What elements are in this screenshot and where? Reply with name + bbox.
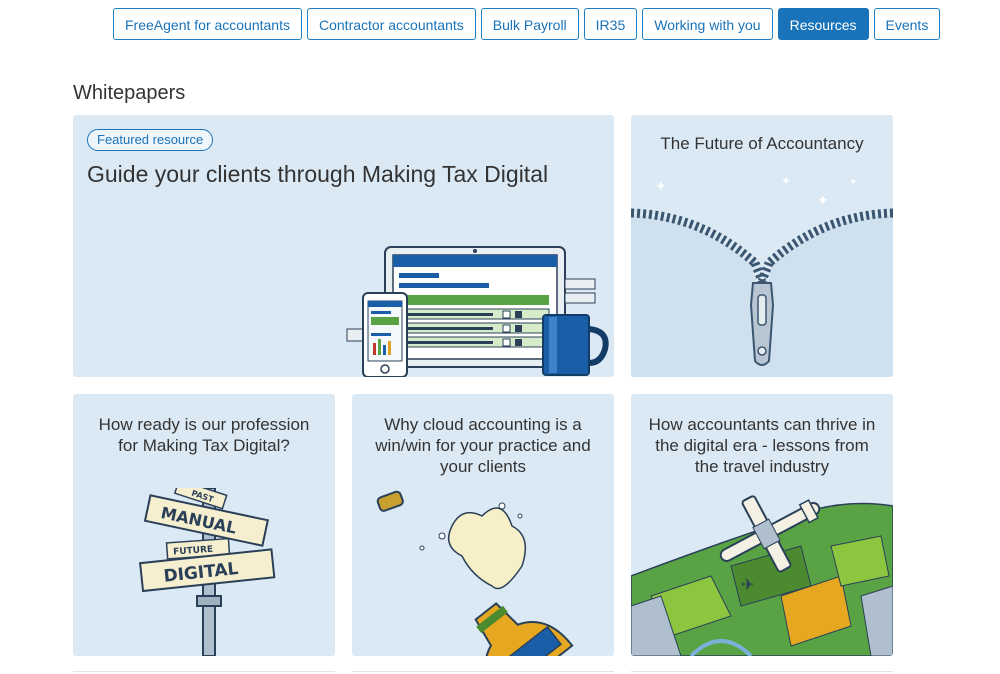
future-card-title[interactable]: The Future of Accountancy bbox=[631, 133, 893, 154]
svg-text:✦: ✦ bbox=[849, 177, 857, 188]
svg-text:✦: ✦ bbox=[655, 179, 667, 195]
thrive-card-title[interactable]: How accountants can thrive in the digita… bbox=[631, 414, 893, 477]
featured-badge: Featured resource bbox=[87, 129, 214, 151]
divider bbox=[352, 671, 614, 672]
featured-card-title[interactable]: Guide your clients through Making Tax Di… bbox=[87, 161, 548, 188]
divider bbox=[73, 671, 335, 672]
champagne-illustration bbox=[376, 490, 574, 656]
nav-contractor-accountants[interactable]: Contractor accountants bbox=[307, 8, 476, 40]
svg-text:✈: ✈ bbox=[741, 575, 754, 594]
laptop-phone-mug-illustration bbox=[346, 246, 609, 377]
section-title: Whitepapers bbox=[73, 82, 186, 104]
cloud-accounting-card[interactable]: Why cloud accounting is a win/win for yo… bbox=[352, 394, 614, 656]
signpost-illustration: MANUAL PAST FUTURE DIGITAL bbox=[139, 488, 276, 656]
nav-freeagent-for-accountants[interactable]: FreeAgent for accountants bbox=[113, 8, 302, 40]
ready-card-title[interactable]: How ready is our profession for Making T… bbox=[73, 414, 335, 456]
future-of-accountancy-card[interactable]: The Future of Accountancy ✦ ✦ ✦ ✦ bbox=[631, 115, 893, 377]
plane-landscape-illustration: ✈ bbox=[631, 495, 893, 656]
cloud-card-title[interactable]: Why cloud accounting is a win/win for yo… bbox=[352, 414, 614, 477]
divider bbox=[631, 671, 893, 672]
nav-resources[interactable]: Resources bbox=[777, 8, 869, 40]
nav-events[interactable]: Events bbox=[873, 8, 941, 40]
nav-bulk-payroll[interactable]: Bulk Payroll bbox=[480, 8, 579, 40]
ready-for-mtd-card[interactable]: How ready is our profession for Making T… bbox=[73, 394, 335, 656]
svg-text:✦: ✦ bbox=[817, 193, 829, 209]
featured-card[interactable]: Featured resource Guide your clients thr… bbox=[73, 115, 614, 377]
nav-working-with-you[interactable]: Working with you bbox=[642, 8, 773, 40]
zipper-illustration: ✦ ✦ ✦ ✦ bbox=[631, 174, 893, 377]
nav-ir35[interactable]: IR35 bbox=[583, 8, 638, 40]
section-nav: FreeAgent for accountants Contractor acc… bbox=[113, 8, 941, 40]
travel-industry-card[interactable]: How accountants can thrive in the digita… bbox=[631, 394, 893, 656]
svg-text:✦: ✦ bbox=[781, 174, 791, 188]
